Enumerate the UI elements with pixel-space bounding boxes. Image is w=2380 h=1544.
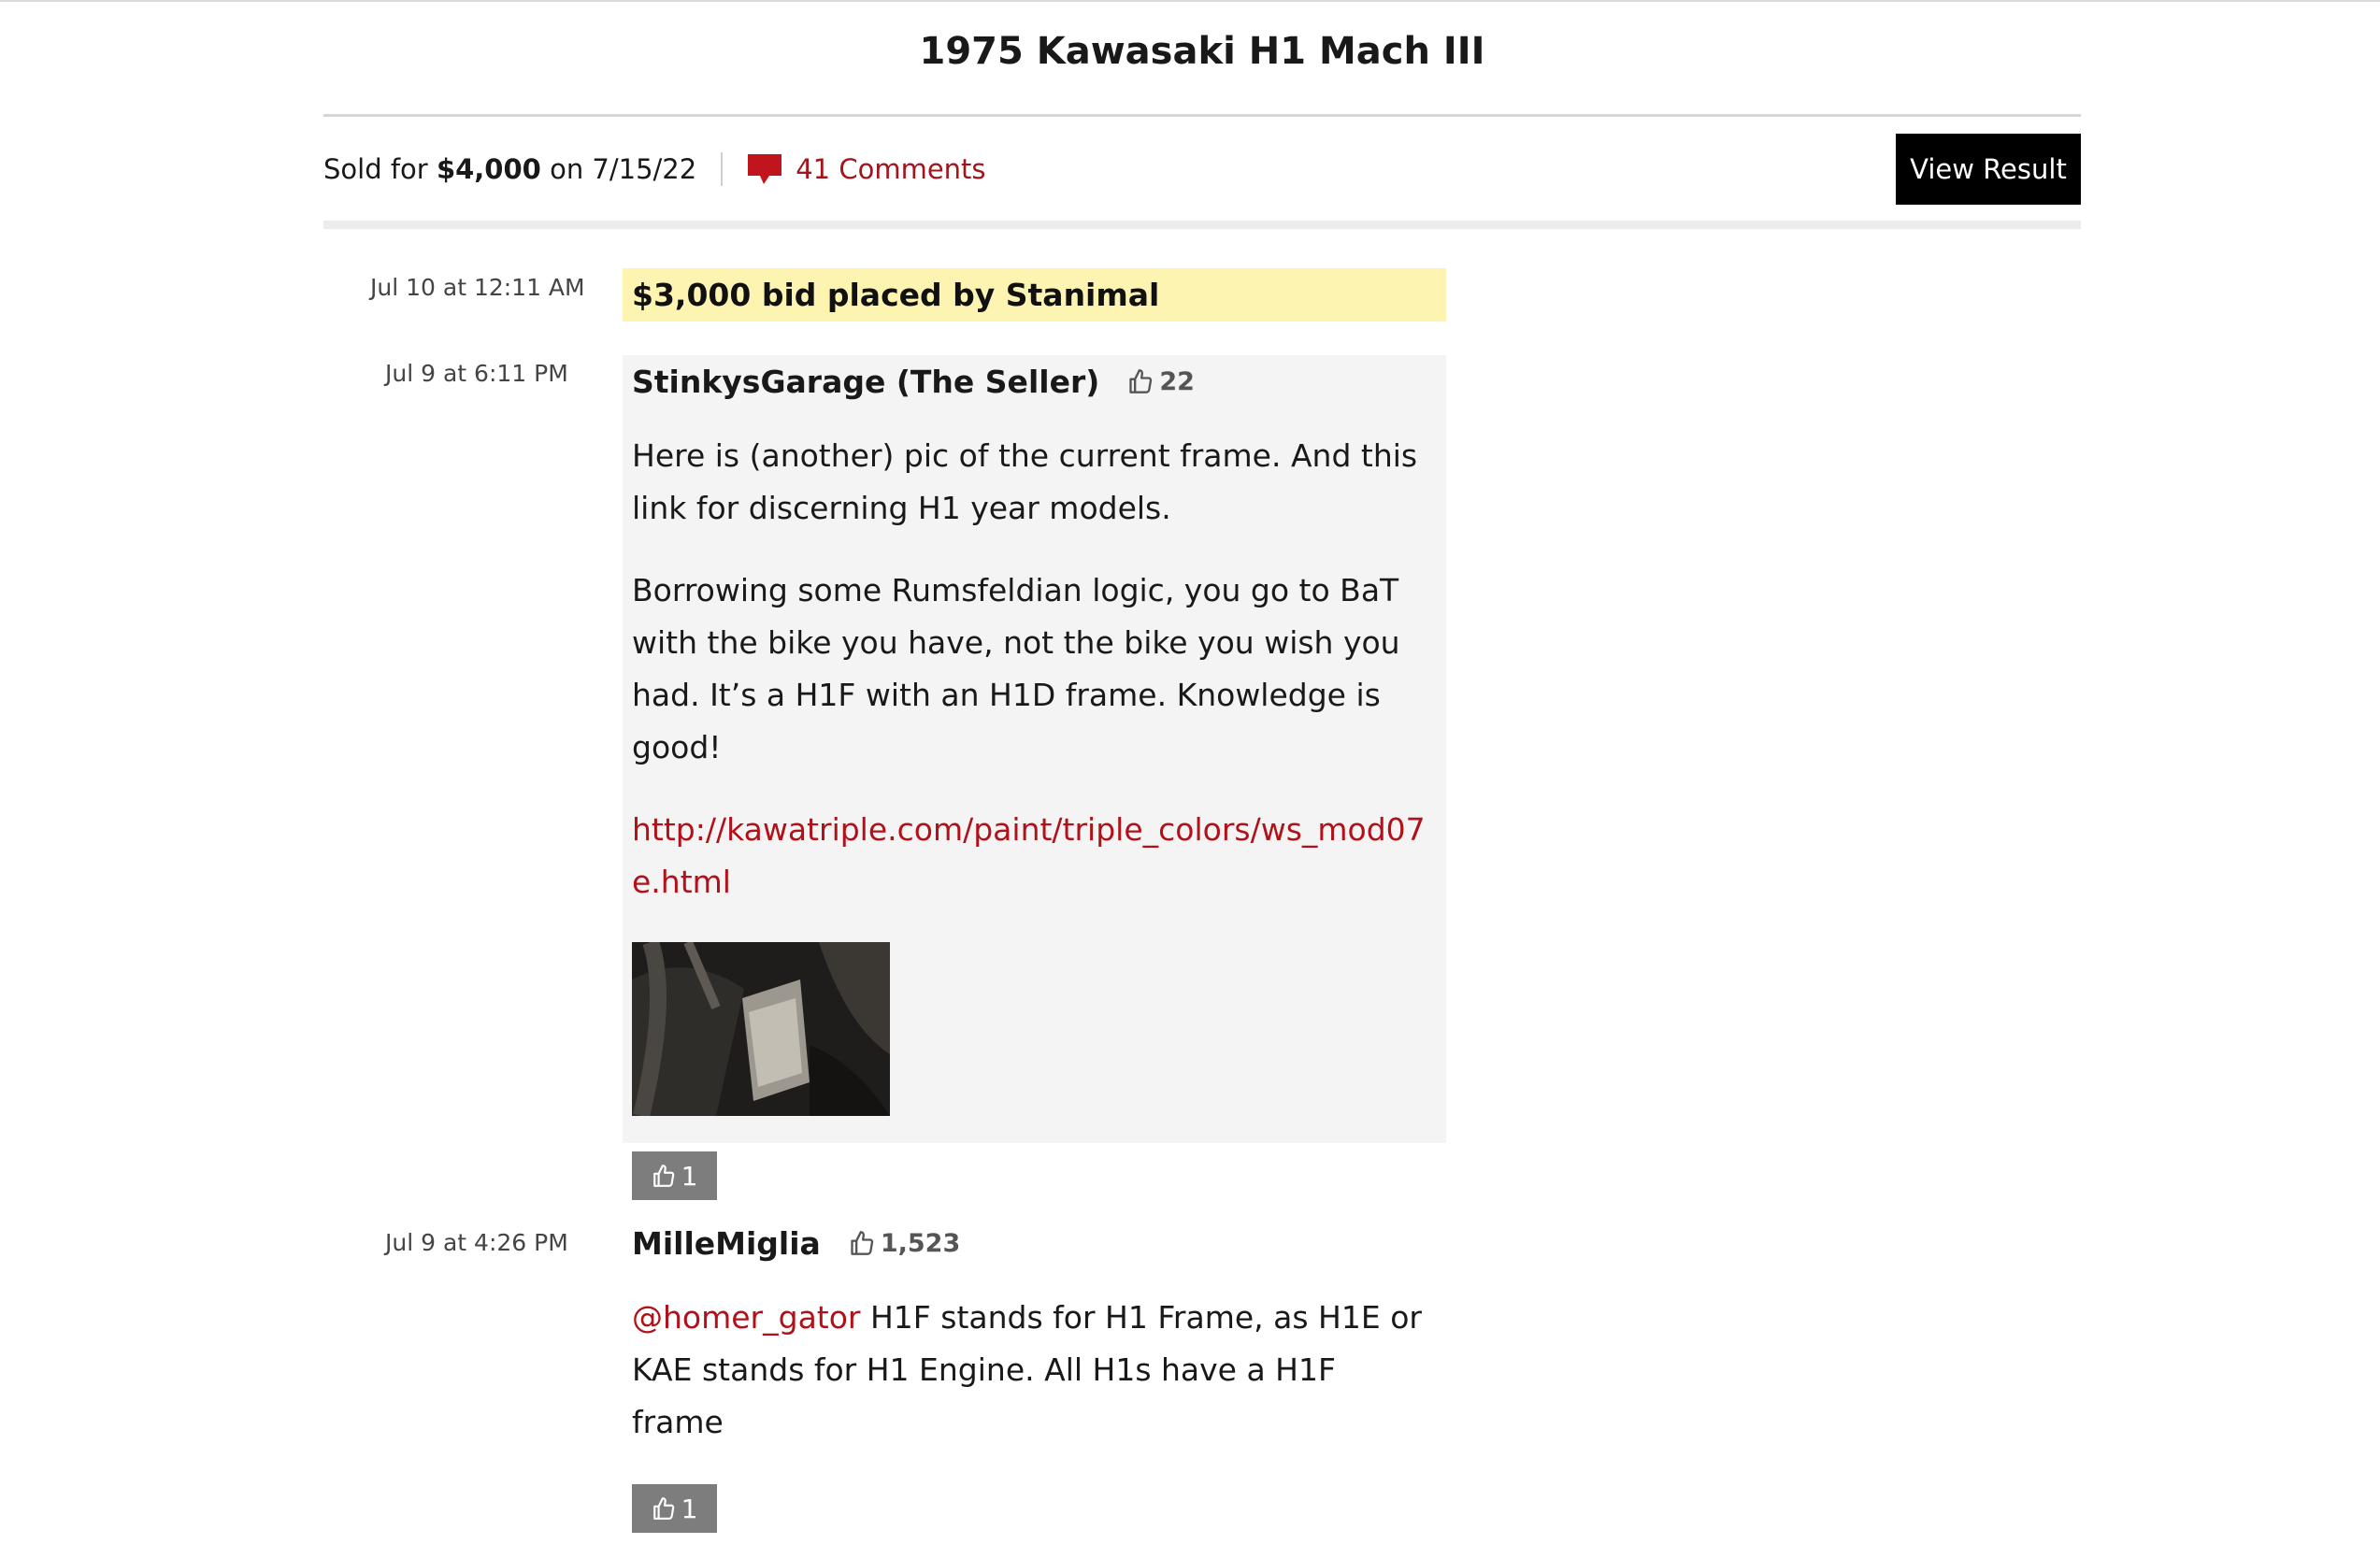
auction-result-bar: Sold for $4,000 on 7/15/22 41 Comments V… bbox=[323, 131, 2081, 207]
comment-body: Here is (another) pic of the current fra… bbox=[623, 430, 1446, 908]
comments-count: 41 Comments bbox=[796, 153, 986, 185]
like-button[interactable]: 1 bbox=[632, 1484, 717, 1533]
comment-bubble-icon bbox=[748, 154, 782, 184]
bar-separator bbox=[721, 152, 724, 186]
frame-photo-thumbnail[interactable] bbox=[632, 942, 890, 1116]
comment-author[interactable]: MilleMiglia bbox=[632, 1225, 821, 1262]
user-mention-link[interactable]: @homer_gator bbox=[632, 1299, 861, 1336]
reputation-count: 1,523 bbox=[880, 1228, 961, 1258]
thumbs-up-icon bbox=[652, 1497, 674, 1520]
thumbs-up-icon bbox=[1129, 369, 1153, 393]
comment-link[interactable]: http://kawatriple.com/paint/triple_color… bbox=[632, 811, 1426, 900]
result-bar-divider bbox=[323, 221, 2081, 229]
comment-paragraph: Here is (another) pic of the current fra… bbox=[632, 437, 1418, 526]
bid-notice: $3,000 bid placed by Stanimal bbox=[623, 268, 1446, 322]
like-button[interactable]: 1 bbox=[632, 1151, 717, 1200]
view-result-button[interactable]: View Result bbox=[1896, 134, 2081, 205]
comment-timestamp: Jul 9 at 6:11 PM bbox=[385, 360, 568, 387]
top-border bbox=[0, 0, 2380, 2]
like-count: 1 bbox=[681, 1160, 698, 1192]
comment-item: MilleMiglia 1,523 @homer_gator H1F stand… bbox=[623, 1217, 1446, 1533]
thumbs-up-icon bbox=[652, 1165, 674, 1187]
comments-link[interactable]: 41 Comments bbox=[747, 153, 986, 185]
comment-paragraph: Borrowing some Rumsfeldian logic, you go… bbox=[632, 572, 1400, 765]
comment-body: @homer_gator H1F stands for H1 Frame, as… bbox=[623, 1292, 1446, 1449]
comment-author[interactable]: StinkysGarage (The Seller) bbox=[632, 364, 1099, 400]
thumbs-up-icon bbox=[851, 1231, 873, 1255]
comment-header: StinkysGarage (The Seller) 22 bbox=[623, 355, 1446, 407]
sold-prefix: Sold for bbox=[323, 153, 428, 185]
comment-header: MilleMiglia 1,523 bbox=[623, 1217, 1446, 1269]
like-count: 1 bbox=[681, 1493, 698, 1524]
author-reputation: 22 bbox=[1127, 367, 1195, 396]
frame-photo-image bbox=[632, 942, 890, 1116]
bid-timestamp: Jul 10 at 12:11 AM bbox=[370, 274, 585, 301]
sold-date: on 7/15/22 bbox=[550, 153, 697, 185]
reputation-count: 22 bbox=[1159, 366, 1195, 396]
sold-price: $4,000 bbox=[436, 153, 541, 185]
sold-summary: Sold for $4,000 on 7/15/22 bbox=[323, 153, 696, 185]
title-divider bbox=[323, 114, 2081, 117]
comment-item: StinkysGarage (The Seller) 22 Here is (a… bbox=[623, 355, 1446, 1200]
comment-timestamp: Jul 9 at 4:26 PM bbox=[385, 1229, 568, 1256]
page-title: 1975 Kawasaki H1 Mach III bbox=[919, 30, 1485, 73]
comment-paragraph: @homer_gator H1F stands for H1 Frame, as… bbox=[632, 1292, 1437, 1449]
author-reputation: 1,523 bbox=[849, 1229, 960, 1258]
